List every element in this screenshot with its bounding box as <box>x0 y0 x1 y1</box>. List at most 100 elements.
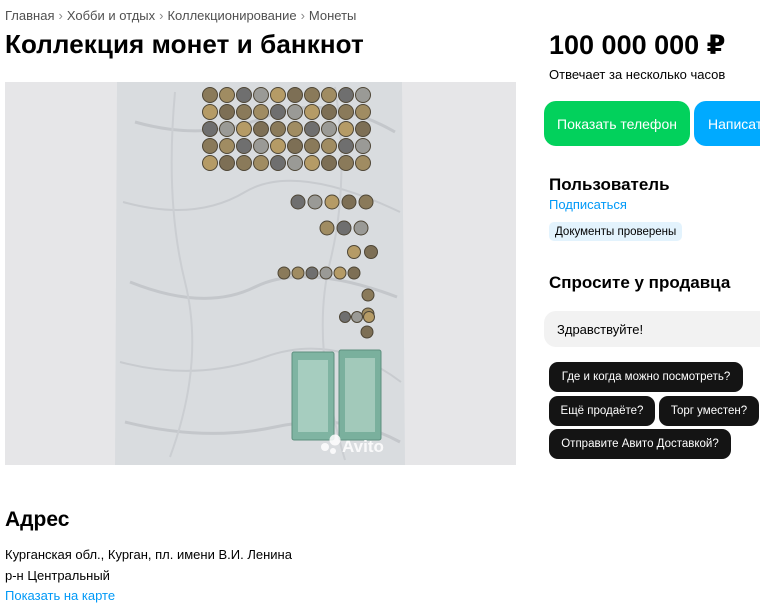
coin <box>319 220 335 236</box>
listing-photo[interactable]: Avito <box>5 82 516 465</box>
coin <box>291 266 305 280</box>
coin <box>338 104 354 120</box>
coin <box>339 311 351 323</box>
address-district: р-н Центральный <box>5 568 110 583</box>
coin <box>236 155 252 171</box>
coin <box>338 87 354 103</box>
coin <box>360 325 374 339</box>
subscribe-link[interactable]: Подписаться <box>549 197 627 212</box>
coin <box>364 245 378 259</box>
ask-seller-title: Спросите у продавца <box>549 273 731 292</box>
coin <box>321 138 337 154</box>
coin <box>321 121 337 137</box>
reply-time: Отвечает за несколько часов <box>549 67 726 82</box>
show-on-map-link[interactable]: Показать на карте <box>5 588 115 603</box>
coin <box>277 266 291 280</box>
coin <box>202 138 218 154</box>
write-message-button[interactable]: Написать <box>694 101 760 146</box>
quick-question-still-selling[interactable]: Ещё продаёте? <box>549 396 655 426</box>
coin <box>253 155 269 171</box>
price: 100 000 000 ₽ <box>549 30 726 60</box>
seller-name[interactable]: Пользователь <box>549 175 670 195</box>
coin <box>219 121 235 137</box>
coin <box>219 104 235 120</box>
coin <box>355 138 371 154</box>
coin <box>236 121 252 137</box>
coin <box>287 87 303 103</box>
coin <box>305 266 319 280</box>
coin <box>355 87 371 103</box>
breadcrumb: Главная › Хобби и отдых › Коллекционирование… <box>5 8 356 23</box>
coin <box>347 245 361 259</box>
breadcrumb-separator: › <box>300 8 305 23</box>
coin <box>338 155 354 171</box>
breadcrumb-home[interactable]: Главная <box>5 8 54 23</box>
coin <box>270 138 286 154</box>
coin <box>202 121 218 137</box>
coin <box>304 138 320 154</box>
coin <box>236 138 252 154</box>
coin <box>304 87 320 103</box>
show-phone-button[interactable]: Показать телефон <box>544 101 690 146</box>
message-input[interactable] <box>544 311 760 347</box>
coin <box>355 121 371 137</box>
address-title: Адрес <box>5 508 70 531</box>
coin <box>338 138 354 154</box>
coin <box>287 121 303 137</box>
coin <box>353 220 369 236</box>
quick-question-where-when[interactable]: Где и когда можно посмотреть? <box>549 362 743 392</box>
documents-verified-badge: Документы проверены <box>549 222 683 241</box>
coin <box>202 155 218 171</box>
coin <box>321 104 337 120</box>
coin <box>355 104 371 120</box>
coin <box>333 266 347 280</box>
coin <box>270 104 286 120</box>
coin <box>287 138 303 154</box>
coin <box>270 121 286 137</box>
coin <box>236 87 252 103</box>
coin <box>319 266 333 280</box>
coin <box>351 311 363 323</box>
coin <box>361 288 375 302</box>
coin <box>202 87 218 103</box>
quick-question-bargain[interactable]: Торг уместен? <box>659 396 759 426</box>
breadcrumb-separator: › <box>58 8 63 23</box>
breadcrumb-collecting[interactable]: Коллекционирование <box>167 8 296 23</box>
coin <box>287 155 303 171</box>
coin <box>290 194 306 210</box>
coin <box>219 155 235 171</box>
quick-question-avito-delivery[interactable]: Отправите Авито Доставкой? <box>549 429 731 459</box>
breadcrumb-hobby[interactable]: Хобби и отдых <box>67 8 155 23</box>
coin <box>270 87 286 103</box>
coin <box>338 121 354 137</box>
coin <box>253 121 269 137</box>
coin <box>304 155 320 171</box>
coin <box>253 104 269 120</box>
coin <box>324 194 340 210</box>
coin <box>202 104 218 120</box>
listing-title: Коллекция монет и банкнот <box>5 29 364 59</box>
coin-collection-photo: Avito <box>5 82 516 465</box>
coin <box>355 155 371 171</box>
coin <box>321 87 337 103</box>
coin <box>347 266 361 280</box>
address-line: Курганская обл., Курган, пл. имени В.И. … <box>5 547 292 562</box>
coin <box>253 87 269 103</box>
breadcrumb-separator: › <box>159 8 164 23</box>
coin <box>253 138 269 154</box>
coin <box>363 311 375 323</box>
coin <box>336 220 352 236</box>
coin <box>236 104 252 120</box>
coin <box>219 87 235 103</box>
coin <box>304 104 320 120</box>
breadcrumb-coins[interactable]: Монеты <box>309 8 356 23</box>
coin <box>287 104 303 120</box>
avito-watermark-text: Avito <box>342 437 384 456</box>
coin <box>270 155 286 171</box>
coin <box>358 194 374 210</box>
coin <box>307 194 323 210</box>
coin <box>304 121 320 137</box>
coin <box>341 194 357 210</box>
coin <box>321 155 337 171</box>
coin <box>219 138 235 154</box>
